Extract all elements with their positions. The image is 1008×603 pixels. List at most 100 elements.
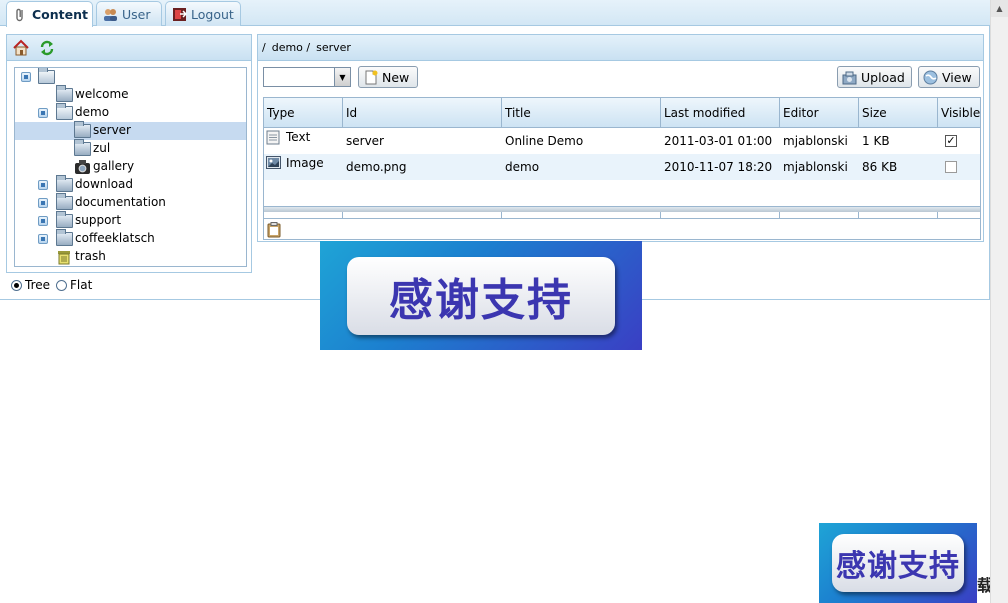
cell-size: 1 KB xyxy=(862,134,890,148)
image-icon xyxy=(266,156,281,170)
trash-icon xyxy=(56,249,72,265)
content-table: Type Id Title Last modified Editor Size … xyxy=(263,97,981,240)
collapse-icon[interactable] xyxy=(21,72,31,82)
column-header-id[interactable]: Id xyxy=(343,98,502,128)
tree-item-trash[interactable]: trash xyxy=(15,248,246,266)
tree-item-documentation[interactable]: documentation xyxy=(15,193,246,212)
breadcrumb-server[interactable]: server xyxy=(316,41,351,54)
type-select[interactable]: ▼ xyxy=(263,67,351,87)
expand-icon[interactable] xyxy=(38,198,48,208)
tab-user-label: User xyxy=(122,6,151,22)
tab-user[interactable]: User xyxy=(96,1,162,26)
tree-item-coffeeklatsch[interactable]: coffeeklatsch xyxy=(15,229,246,248)
tree-item-label: support xyxy=(75,213,122,227)
cell-type: Text xyxy=(286,130,311,144)
tree-item-server[interactable]: server xyxy=(15,121,246,140)
column-header-last-modified[interactable]: Last modified xyxy=(661,98,780,128)
new-button[interactable]: New xyxy=(358,66,418,88)
thanks-banner-large[interactable]: 感谢支持 xyxy=(320,241,642,350)
page-folder-icon xyxy=(74,121,91,138)
flat-view-radio[interactable] xyxy=(56,279,68,291)
folder-tree: welcome demo server zul gallery download xyxy=(14,67,247,267)
banner-plate: 感谢支持 xyxy=(347,256,615,335)
tree-panel-header xyxy=(7,35,251,61)
folder-open-icon xyxy=(56,103,73,120)
column-header-title[interactable]: Title xyxy=(502,98,661,128)
cell-id: demo.png xyxy=(346,160,407,174)
cell-id: server xyxy=(346,134,384,148)
users-icon xyxy=(103,7,118,22)
thanks-banner-small[interactable]: 感谢支持 xyxy=(819,523,977,603)
table-toolbar xyxy=(264,218,980,239)
new-button-label: New xyxy=(382,69,410,85)
column-header-size[interactable]: Size xyxy=(859,98,938,128)
view-button[interactable]: View xyxy=(918,66,980,88)
expand-icon[interactable] xyxy=(38,180,48,190)
folder-root-icon xyxy=(38,68,55,84)
tab-content[interactable]: Content xyxy=(6,1,93,27)
column-header-visible[interactable]: Visible xyxy=(938,98,980,128)
table-footer xyxy=(264,206,980,239)
tree-item-label: server xyxy=(93,123,131,137)
table-row[interactable]: Image demo.png demo 2010-11-07 18:20 mja… xyxy=(264,154,980,180)
tree-item-root[interactable] xyxy=(15,68,246,86)
scroll-up-icon[interactable]: ▲ xyxy=(991,0,1008,17)
text-doc-icon xyxy=(266,130,280,145)
camera-icon xyxy=(74,159,91,175)
folder-icon xyxy=(56,175,73,192)
clipboard-icon[interactable] xyxy=(267,222,281,238)
tree-item-welcome[interactable]: welcome xyxy=(15,85,246,104)
tree-item-label: demo xyxy=(75,105,110,119)
tree-item-label: gallery xyxy=(93,159,135,173)
page-folder-icon xyxy=(74,139,91,156)
visible-checkbox[interactable] xyxy=(945,161,957,173)
folder-icon xyxy=(56,193,73,210)
column-header-editor[interactable]: Editor xyxy=(780,98,859,128)
view-button-label: View xyxy=(942,69,972,85)
cell-editor: mjablonski xyxy=(783,160,848,174)
cell-title: Online Demo xyxy=(505,134,584,148)
breadcrumb-demo[interactable]: demo / xyxy=(272,41,310,54)
expand-icon[interactable] xyxy=(38,234,48,244)
collapse-icon[interactable] xyxy=(38,108,48,118)
tab-logout[interactable]: Logout xyxy=(165,1,241,26)
tree-item-zul[interactable]: zul xyxy=(15,139,246,158)
folder-icon xyxy=(56,211,73,228)
cell-editor: mjablonski xyxy=(783,134,848,148)
breadcrumb: / demo / server xyxy=(258,35,983,61)
cell-size: 86 KB xyxy=(862,160,898,174)
home-icon[interactable] xyxy=(12,39,30,56)
tree-panel: welcome demo server zul gallery download xyxy=(6,34,252,273)
table-row[interactable]: Text server Online Demo 2011-03-01 01:00… xyxy=(264,128,980,154)
tree-item-label: welcome xyxy=(75,87,129,101)
banner-plate: 感谢支持 xyxy=(832,534,964,592)
cell-type: Image xyxy=(286,156,324,170)
tab-bar: Content User Logout xyxy=(0,0,990,27)
refresh-icon[interactable] xyxy=(38,39,56,56)
tree-item-demo[interactable]: demo xyxy=(15,103,246,122)
tree-item-gallery[interactable]: gallery xyxy=(15,158,246,176)
flat-view-label: Flat xyxy=(70,278,93,292)
upload-button-label: Upload xyxy=(861,69,905,85)
cell-last-modified: 2011-03-01 01:00 xyxy=(664,134,773,148)
tree-item-label: zul xyxy=(93,141,111,155)
cell-title: demo xyxy=(505,160,540,174)
expand-icon[interactable] xyxy=(38,216,48,226)
tree-item-label: download xyxy=(75,177,134,191)
upload-button[interactable]: Upload xyxy=(837,66,912,88)
visible-checkbox[interactable]: ✓ xyxy=(945,135,957,147)
page-scrollbar[interactable]: ▲ xyxy=(990,0,1008,603)
chevron-down-icon[interactable]: ▼ xyxy=(334,68,350,86)
view-options: Tree Flat xyxy=(11,278,92,292)
tab-logout-label: Logout xyxy=(191,6,234,22)
tree-item-support[interactable]: support xyxy=(15,211,246,230)
tree-item-label: documentation xyxy=(75,195,166,209)
tree-item-download[interactable]: download xyxy=(15,175,246,194)
cell-last-modified: 2010-11-07 18:20 xyxy=(664,160,773,174)
new-document-icon xyxy=(363,70,378,85)
column-header-type[interactable]: Type xyxy=(264,98,343,128)
breadcrumb-root[interactable]: / xyxy=(262,41,266,54)
logout-icon xyxy=(172,7,188,22)
tree-view-radio[interactable] xyxy=(11,279,22,291)
tree-item-label: trash xyxy=(75,249,106,263)
